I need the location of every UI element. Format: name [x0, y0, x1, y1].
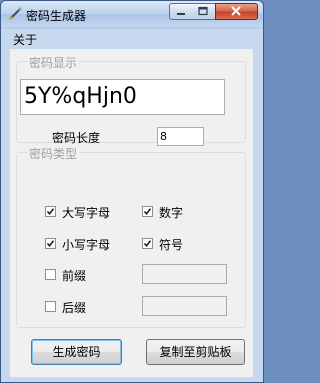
password-display[interactable]: 5Y%qHjn0	[20, 79, 225, 115]
length-label: 密码长度	[52, 131, 101, 145]
menu-bar: 关于	[1, 28, 263, 48]
window-title: 密码生成器	[26, 9, 87, 23]
maximize-button[interactable]	[192, 3, 216, 20]
maximize-icon	[198, 6, 208, 16]
close-button[interactable]	[215, 3, 258, 20]
checkmark-icon	[46, 208, 55, 216]
digits-checkbox[interactable]	[142, 206, 153, 217]
close-icon	[231, 6, 241, 16]
digits-label: 数字	[159, 206, 184, 220]
minimize-icon	[177, 13, 185, 15]
minimize-button[interactable]	[169, 3, 193, 20]
checkmark-icon	[46, 240, 55, 248]
uppercase-checkbox[interactable]	[45, 206, 56, 217]
symbols-label: 符号	[159, 238, 184, 252]
uppercase-label: 大写字母	[62, 206, 111, 220]
lowercase-checkbox[interactable]	[45, 238, 56, 249]
key-icon	[8, 7, 22, 21]
lowercase-label: 小写字母	[62, 238, 111, 252]
title-bar[interactable]: 密码生成器	[1, 1, 263, 27]
suffix-label: 后缀	[62, 301, 87, 315]
checkmark-icon	[143, 208, 152, 216]
suffix-input[interactable]	[142, 296, 227, 316]
client-area: 密码显示 5Y%qHjn0 密码长度 8 密码类型 大写字母 数字 小写字母 符…	[10, 49, 253, 377]
app-window: 密码生成器 关于 密码显示 5Y%qHjn0 密码长度 8 密码类型 大写字母 …	[0, 0, 264, 383]
menu-item-about[interactable]: 关于	[13, 31, 37, 48]
prefix-checkbox[interactable]	[45, 269, 56, 280]
copy-button[interactable]: 复制至剪贴板	[146, 339, 245, 365]
prefix-input[interactable]	[142, 264, 227, 284]
suffix-checkbox[interactable]	[45, 301, 56, 312]
symbols-checkbox[interactable]	[142, 238, 153, 249]
generate-button[interactable]: 生成密码	[31, 339, 122, 365]
prefix-label: 前缀	[62, 269, 87, 283]
length-input[interactable]: 8	[157, 127, 204, 146]
type-group-label: 密码类型	[27, 145, 80, 162]
display-group-label: 密码显示	[27, 54, 80, 71]
checkmark-icon	[143, 240, 152, 248]
